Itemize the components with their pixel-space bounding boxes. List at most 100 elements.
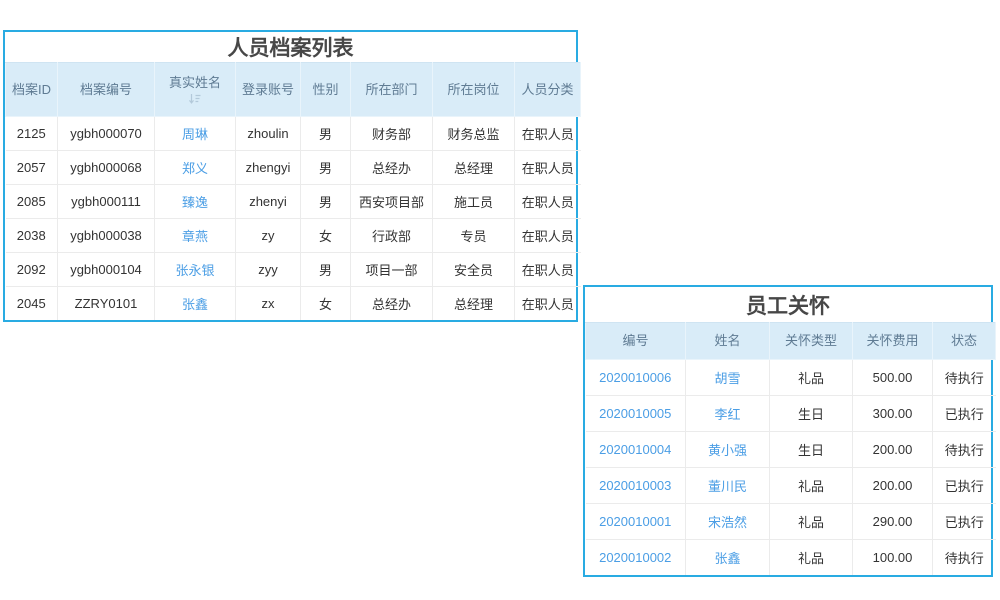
cell-name: 宋浩然 (686, 504, 770, 540)
column-header-real-name[interactable]: 真实姓名 (155, 63, 236, 117)
table-row: 2020010002张鑫礼品100.00待执行 (586, 540, 996, 576)
cell-position: 财务总监 (433, 117, 515, 151)
column-header-label: 档案ID (12, 81, 51, 99)
real-name-link[interactable]: 郑义 (182, 161, 208, 176)
name-link[interactable]: 张鑫 (714, 551, 740, 566)
column-header-care-no: 编号 (586, 323, 686, 360)
table-row: 2020010004 黄小强 生日200.00待执行 (586, 432, 996, 468)
cell-archive-id: 2125 (6, 117, 58, 151)
column-header-category: 人员分类 (515, 63, 581, 117)
cell-archive-no: ygbh000111 (58, 185, 155, 219)
cell-care-type: 生日 (770, 432, 853, 468)
cell-position: 安全员 (433, 253, 515, 287)
name-link[interactable]: 黄小强 (708, 443, 747, 458)
cell-position: 施工员 (433, 185, 515, 219)
column-header-label: 人员分类 (521, 81, 573, 99)
column-header-label: 登录账号 (242, 81, 294, 99)
table-row: 2085ygbh000111臻逸zhenyi男西安项目部施工员在职人员 (6, 185, 581, 219)
cell-care-type: 礼品 (770, 540, 853, 576)
sort-icon[interactable] (188, 93, 202, 105)
cell-position: 总经理 (433, 287, 515, 321)
cell-status: 待执行 (933, 360, 996, 396)
column-header-label: 关怀费用 (866, 332, 918, 350)
cell-position: 总经理 (433, 151, 515, 185)
cell-status: 已执行 (933, 468, 996, 504)
personnel-archive-table: 档案ID档案编号真实姓名登录账号性别所在部门所在岗位人员分类 2125ygbh0… (5, 62, 581, 320)
cell-archive-id: 2045 (6, 287, 58, 321)
table-row: 2092ygbh000104张永银zyy男项目一部安全员在职人员 (6, 253, 581, 287)
care-no-link[interactable]: 2020010002 (599, 550, 671, 565)
table-row: 2020010001宋浩然礼品290.00已执行 (586, 504, 996, 540)
cell-real-name: 张永银 (155, 253, 236, 287)
care-no-link[interactable]: 2020010005 (599, 406, 671, 421)
cell-archive-no: ygbh000038 (58, 219, 155, 253)
cell-real-name: 周琳 (155, 117, 236, 151)
column-header-status: 状态 (933, 323, 996, 360)
table-row: 2020010005李红生日300.00已执行 (586, 396, 996, 432)
real-name-link[interactable]: 张永银 (175, 263, 214, 278)
cell-status: 已执行 (933, 504, 996, 540)
header-row: 编号姓名关怀类型关怀费用状态 (586, 323, 996, 360)
cell-login-account: zhoulin (236, 117, 301, 151)
cell-gender: 女 (301, 219, 351, 253)
cell-login-account: zyy (236, 253, 301, 287)
cell-care-no: 2020010004 (586, 432, 686, 468)
cell-care-type: 生日 (770, 396, 853, 432)
care-no-link[interactable]: 2020010003 (599, 478, 671, 493)
cell-care-cost: 100.00 (853, 540, 933, 576)
cell-care-type: 礼品 (770, 360, 853, 396)
cell-category: 在职人员 (515, 185, 581, 219)
name-link[interactable]: 李红 (714, 407, 740, 422)
cell-care-no: 2020010001 (586, 504, 686, 540)
cell-name: 胡雪 (686, 360, 770, 396)
real-name-link[interactable]: 臻逸 (182, 195, 208, 210)
column-header-label: 姓名 (714, 332, 740, 350)
column-header-label: 所在部门 (365, 81, 417, 99)
cell-status: 待执行 (933, 432, 996, 468)
cell-login-account: zy (236, 219, 301, 253)
column-header-archive-id: 档案ID (6, 63, 58, 117)
cell-login-account: zhenyi (236, 185, 301, 219)
cell-care-no: 2020010002 (586, 540, 686, 576)
cell-department: 项目一部 (351, 253, 433, 287)
cell-category: 在职人员 (515, 117, 581, 151)
column-header-department: 所在部门 (351, 63, 433, 117)
real-name-link[interactable]: 张鑫 (182, 297, 208, 312)
column-header-label: 性别 (312, 81, 338, 99)
real-name-link[interactable]: 章燕 (182, 229, 208, 244)
name-link[interactable]: 董川民 (708, 479, 747, 494)
cell-real-name: 臻逸 (155, 185, 236, 219)
cell-archive-id: 2085 (6, 185, 58, 219)
cell-archive-id: 2057 (6, 151, 58, 185)
cell-department: 总经办 (351, 151, 433, 185)
care-no-link[interactable]: 2020010004 (599, 442, 671, 457)
cell-archive-no: ygbh000068 (58, 151, 155, 185)
column-header-label: 状态 (951, 332, 977, 350)
employee-care-table: 编号姓名关怀类型关怀费用状态 2020010006胡雪礼品500.00待执行20… (585, 322, 996, 575)
cell-care-cost: 200.00 (853, 432, 933, 468)
name-link[interactable]: 宋浩然 (708, 515, 747, 530)
care-no-link[interactable]: 2020010001 (599, 514, 671, 529)
cell-gender: 男 (301, 117, 351, 151)
header-row: 档案ID 档案编号真实姓名登录账号性别 所在部门所在岗位人员分类 (6, 63, 581, 117)
cell-category: 在职人员 (515, 287, 581, 321)
cell-care-no: 2020010006 (586, 360, 686, 396)
name-link[interactable]: 胡雪 (714, 371, 740, 386)
cell-department: 总经办 (351, 287, 433, 321)
column-header-name: 姓名 (686, 323, 770, 360)
cell-gender: 男 (301, 253, 351, 287)
cell-login-account: zhengyi (236, 151, 301, 185)
cell-real-name: 郑义 (155, 151, 236, 185)
care-no-link[interactable]: 2020010006 (599, 370, 671, 385)
cell-name: 张鑫 (686, 540, 770, 576)
table-row: 2057ygbh000068郑义zhengyi男总经办总经理在职人员 (6, 151, 581, 185)
real-name-link[interactable]: 周琳 (182, 127, 208, 142)
column-header-archive-no: 档案编号 (58, 63, 155, 117)
column-header-gender: 性别 (301, 63, 351, 117)
cell-care-type: 礼品 (770, 468, 853, 504)
column-header-position: 所在岗位 (433, 63, 515, 117)
column-header-label: 编号 (622, 332, 648, 350)
cell-care-cost: 290.00 (853, 504, 933, 540)
cell-name: 董川民 (686, 468, 770, 504)
cell-gender: 男 (301, 185, 351, 219)
